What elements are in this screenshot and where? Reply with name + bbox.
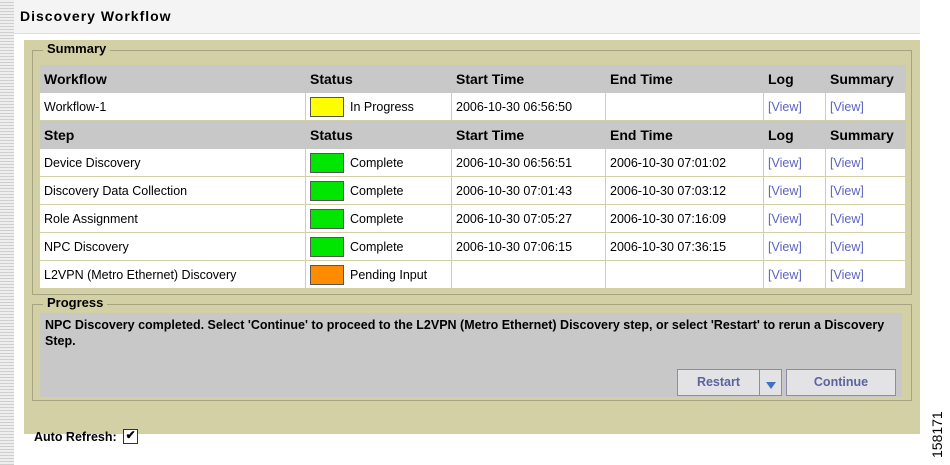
step-name: Discovery Data Collection [40,177,306,205]
step-log-link[interactable]: [View] [764,177,826,205]
col-end-time: End Time [606,121,764,149]
status-swatch [310,236,344,257]
step-summary-link[interactable]: [View] [826,233,906,261]
step-log-link[interactable]: [View] [764,233,826,261]
step-row: Role Assignment Complete 2006-10-30 07:0… [40,205,906,233]
step-name: NPC Discovery [40,233,306,261]
continue-button[interactable]: Continue [786,369,896,396]
status-swatch [310,180,344,201]
col-log: Log [764,65,826,93]
auto-refresh-checkbox[interactable]: ✔ [122,428,138,444]
step-status: Complete [310,180,447,201]
auto-refresh: Auto Refresh: ✔ [34,428,138,444]
step-start-time [452,261,606,289]
col-status: Status [306,121,452,149]
step-start-time: 2006-10-30 07:01:43 [452,177,606,205]
step-name: L2VPN (Metro Ethernet) Discovery [40,261,306,289]
col-workflow: Workflow [40,65,306,93]
workflow-header-row: Workflow Status Start Time End Time Log … [40,65,906,93]
progress-legend: Progress [43,295,108,310]
step-summary-link[interactable]: [View] [826,261,906,289]
col-summary: Summary [826,65,906,93]
step-row: L2VPN (Metro Ethernet) Discovery Pending… [40,261,906,289]
step-end-time: 2006-10-30 07:16:09 [606,205,764,233]
summary-section: Summary Workflow Status Start Time End T… [32,41,912,295]
step-name: Role Assignment [40,205,306,233]
workflow-name: Workflow-1 [40,93,306,121]
step-end-time: 2006-10-30 07:03:12 [606,177,764,205]
col-status: Status [306,65,452,93]
step-name: Device Discovery [40,149,306,177]
restart-button[interactable]: Restart [677,369,760,396]
step-log-link[interactable]: [View] [764,261,826,289]
checkmark-icon: ✔ [125,428,136,442]
step-header-row: Step Status Start Time End Time Log Summ… [40,121,906,149]
auto-refresh-label: Auto Refresh: [34,429,117,444]
col-summary: Summary [826,121,906,149]
status-text: In Progress [350,99,414,114]
workflow-summary-link[interactable]: [View] [826,93,906,121]
step-log-link[interactable]: [View] [764,205,826,233]
progress-box: NPC Discovery completed. Select 'Continu… [40,313,902,397]
status-swatch [310,96,344,117]
workflow-log-link[interactable]: [View] [764,93,826,121]
status-text: Complete [350,183,404,198]
summary-legend: Summary [43,41,111,56]
col-log: Log [764,121,826,149]
step-start-time: 2006-10-30 07:06:15 [452,233,606,261]
figure-id-text: 158171 [929,411,945,458]
workflow-row: Workflow-1 In Progress 2006-10-30 06:56:… [40,93,906,121]
step-log-link[interactable]: [View] [764,149,826,177]
step-status: Pending Input [310,264,447,285]
step-end-time: 2006-10-30 07:01:02 [606,149,764,177]
step-summary-link[interactable]: [View] [826,205,906,233]
col-end-time: End Time [606,65,764,93]
workflow-status: In Progress [310,96,447,117]
step-end-time [606,261,764,289]
step-summary-link[interactable]: [View] [826,177,906,205]
col-step: Step [40,121,306,149]
step-end-time: 2006-10-30 07:36:15 [606,233,764,261]
step-start-time: 2006-10-30 07:05:27 [452,205,606,233]
window-gripper [0,0,14,465]
status-text: Complete [350,155,404,170]
step-status: Complete [310,152,447,173]
progress-message: NPC Discovery completed. Select 'Continu… [45,318,885,348]
step-row: NPC Discovery Complete 2006-10-30 07:06:… [40,233,906,261]
status-swatch [310,152,344,173]
figure-id: 158171 [925,400,945,460]
title-bar: Discovery Workflow [14,0,920,34]
col-start-time: Start Time [452,65,606,93]
step-row: Discovery Data Collection Complete 2006-… [40,177,906,205]
workflow-end-time [606,93,764,121]
chevron-down-icon [766,382,776,389]
status-text: Complete [350,239,404,254]
step-row: Device Discovery Complete 2006-10-30 06:… [40,149,906,177]
step-status: Complete [310,208,447,229]
status-text: Pending Input [350,267,428,282]
status-text: Complete [350,211,404,226]
progress-section: Progress NPC Discovery completed. Select… [32,295,912,401]
window-title: Discovery Workflow [20,8,172,24]
status-swatch [310,208,344,229]
workflow-start-time: 2006-10-30 06:56:50 [452,93,606,121]
workflow-panel: Summary Workflow Status Start Time End T… [24,40,920,444]
step-summary-link[interactable]: [View] [826,149,906,177]
status-swatch [310,264,344,285]
summary-table: Workflow Status Start Time End Time Log … [40,65,906,289]
step-start-time: 2006-10-30 06:56:51 [452,149,606,177]
restart-dropdown-button[interactable] [760,369,782,396]
step-status: Complete [310,236,447,257]
col-start-time: Start Time [452,121,606,149]
